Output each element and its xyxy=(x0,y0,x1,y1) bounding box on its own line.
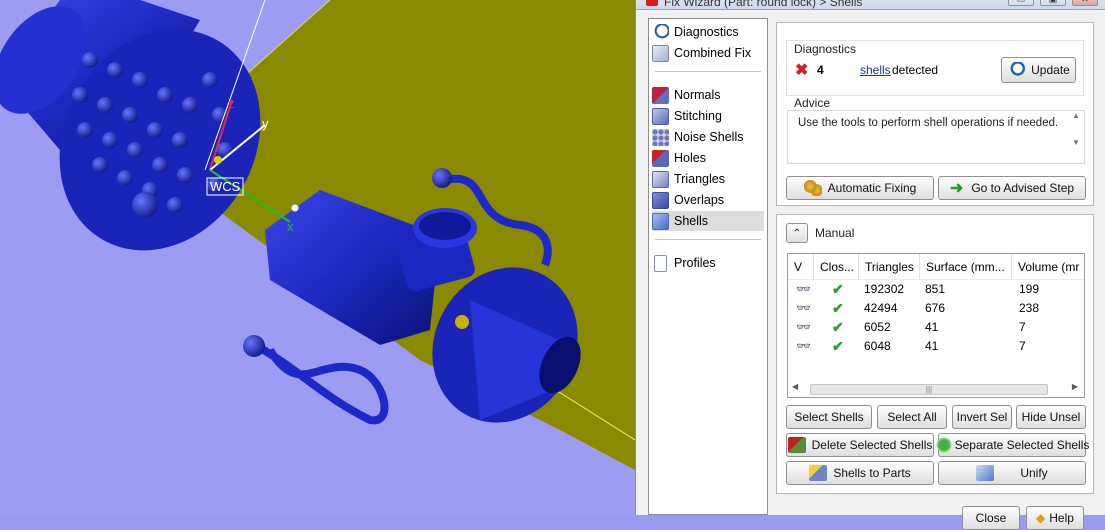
automatic-fixing-button[interactable]: Automatic Fixing xyxy=(786,176,934,200)
axis-x-label: x xyxy=(287,219,294,234)
column-header-closed[interactable]: Clos... xyxy=(814,254,859,280)
window-title: Fix Wizard (Part: round lock) > Shells xyxy=(664,0,863,9)
manual-heading: Manual xyxy=(815,226,855,240)
scroll-left-icon[interactable]: ◀ xyxy=(792,382,798,391)
unify-icon xyxy=(976,465,995,481)
advice-heading: Advice xyxy=(794,96,831,110)
normals-icon xyxy=(652,86,669,104)
shell-count: 4 xyxy=(817,63,824,77)
table-horizontal-scrollbar[interactable]: ◀ ||| ▶ xyxy=(790,382,1082,396)
select-all-button[interactable]: Select All xyxy=(877,405,947,429)
holes-icon xyxy=(652,149,669,167)
diagnostics-heading: Diagnostics xyxy=(794,42,857,56)
separate-selected-shells-button[interactable]: Separate Selected Shells xyxy=(934,433,1089,457)
shells-to-parts-button[interactable]: Shells to Parts xyxy=(786,461,934,485)
scene-graphic xyxy=(0,0,635,470)
divider xyxy=(655,239,761,240)
detected-label: detected xyxy=(892,63,939,77)
step-shells[interactable]: Shells xyxy=(652,211,764,231)
step-overlaps[interactable]: Overlaps xyxy=(652,190,764,210)
close-window-button[interactable]: ✕ xyxy=(1072,0,1098,6)
invert-selection-button[interactable]: Invert Sel xyxy=(952,405,1012,429)
check-icon: ✔ xyxy=(832,319,844,335)
noise-shells-icon xyxy=(652,128,669,146)
axis-z-label: z xyxy=(228,96,235,111)
shells-link[interactable]: shells xyxy=(860,63,891,77)
wizard-step-list: Diagnostics Combined Fix Normals Stitchi… xyxy=(648,18,768,515)
unify-button[interactable]: Unify xyxy=(938,461,1086,485)
advice-text: Use the tools to perform shell operation… xyxy=(798,117,1059,129)
parts-icon xyxy=(809,465,828,481)
column-header-volume[interactable]: Volume (mr xyxy=(1012,254,1084,280)
app-icon xyxy=(646,0,658,6)
step-holes[interactable]: Holes xyxy=(652,148,764,168)
column-header-visible[interactable]: V xyxy=(788,254,814,280)
close-button[interactable]: Close xyxy=(962,506,1020,530)
go-to-advised-step-button[interactable]: ➜ Go to Advised Step xyxy=(938,176,1086,200)
step-diagnostics[interactable]: Diagnostics xyxy=(652,22,764,42)
check-icon: ✔ xyxy=(832,281,844,297)
title-bar[interactable]: Fix Wizard (Part: round lock) > Shells ▭… xyxy=(636,0,1105,10)
axis-y-label: y xyxy=(262,116,269,131)
scroll-thumb[interactable]: ||| xyxy=(810,384,1048,395)
divider xyxy=(655,71,761,72)
column-header-triangles[interactable]: Triangles xyxy=(859,254,920,280)
minimize-button[interactable]: ▭ xyxy=(1008,0,1034,6)
maximize-button[interactable]: ▣ xyxy=(1040,0,1066,6)
table-row[interactable]: 👓 ✔ 42494 676 238 xyxy=(788,299,1084,318)
shells-table: V Clos... Triangles Surface (mm... Volum… xyxy=(787,253,1085,398)
error-x-icon: ✖ xyxy=(795,62,809,79)
advice-box: Use the tools to perform shell operation… xyxy=(787,110,1085,164)
3d-viewport[interactable]: WCS y z x xyxy=(0,0,635,515)
separate-icon xyxy=(934,437,953,453)
shells-icon xyxy=(652,212,669,230)
arrow-right-icon: ➜ xyxy=(949,180,964,197)
step-stitching[interactable]: Stitching xyxy=(652,106,764,126)
step-noise-shells[interactable]: Noise Shells xyxy=(652,127,764,147)
eye-icon[interactable]: 👓 xyxy=(796,318,811,337)
delete-shell-icon xyxy=(787,437,806,453)
update-button[interactable]: Update xyxy=(1001,57,1076,83)
step-combined-fix[interactable]: Combined Fix xyxy=(652,43,764,63)
select-shells-button[interactable]: Select Shells xyxy=(786,405,872,429)
advice-scrollbar[interactable]: ▲ ▼ xyxy=(1068,111,1084,163)
table-row[interactable]: 👓 ✔ 192302 851 199 xyxy=(788,280,1084,299)
help-icon: ◆ xyxy=(1036,511,1046,525)
wcs-label: WCS xyxy=(210,179,241,194)
delete-selected-shells-button[interactable]: Delete Selected Shells xyxy=(786,433,934,457)
help-button[interactable]: ◆ Help xyxy=(1026,506,1084,530)
stitching-icon xyxy=(652,107,669,125)
triangles-icon xyxy=(652,170,669,188)
check-icon: ✔ xyxy=(832,300,844,316)
column-header-surface[interactable]: Surface (mm... xyxy=(920,254,1012,280)
eye-icon[interactable]: 👓 xyxy=(796,280,811,299)
step-normals[interactable]: Normals xyxy=(652,85,764,105)
table-row[interactable]: 👓 ✔ 6048 41 7 xyxy=(788,337,1084,356)
step-triangles[interactable]: Triangles xyxy=(652,169,764,189)
eye-icon[interactable]: 👓 xyxy=(796,299,811,318)
collapse-chevron-icon[interactable]: ⌃ xyxy=(786,223,808,243)
table-row[interactable]: 👓 ✔ 6052 41 7 xyxy=(788,318,1084,337)
magnifier-icon xyxy=(1007,62,1026,78)
overlaps-icon xyxy=(652,191,669,209)
eye-icon[interactable]: 👓 xyxy=(796,337,811,356)
check-icon: ✔ xyxy=(832,338,844,354)
gears-icon xyxy=(803,180,822,196)
magnifier-icon xyxy=(652,23,669,41)
step-profiles[interactable]: Profiles xyxy=(652,253,764,273)
scroll-right-icon[interactable]: ▶ xyxy=(1072,382,1078,391)
cube-icon xyxy=(652,44,669,62)
hide-unselected-button[interactable]: Hide Unsel xyxy=(1016,405,1086,429)
fix-wizard-dialog: Fix Wizard (Part: round lock) > Shells ▭… xyxy=(635,0,1105,530)
document-icon xyxy=(654,254,667,272)
